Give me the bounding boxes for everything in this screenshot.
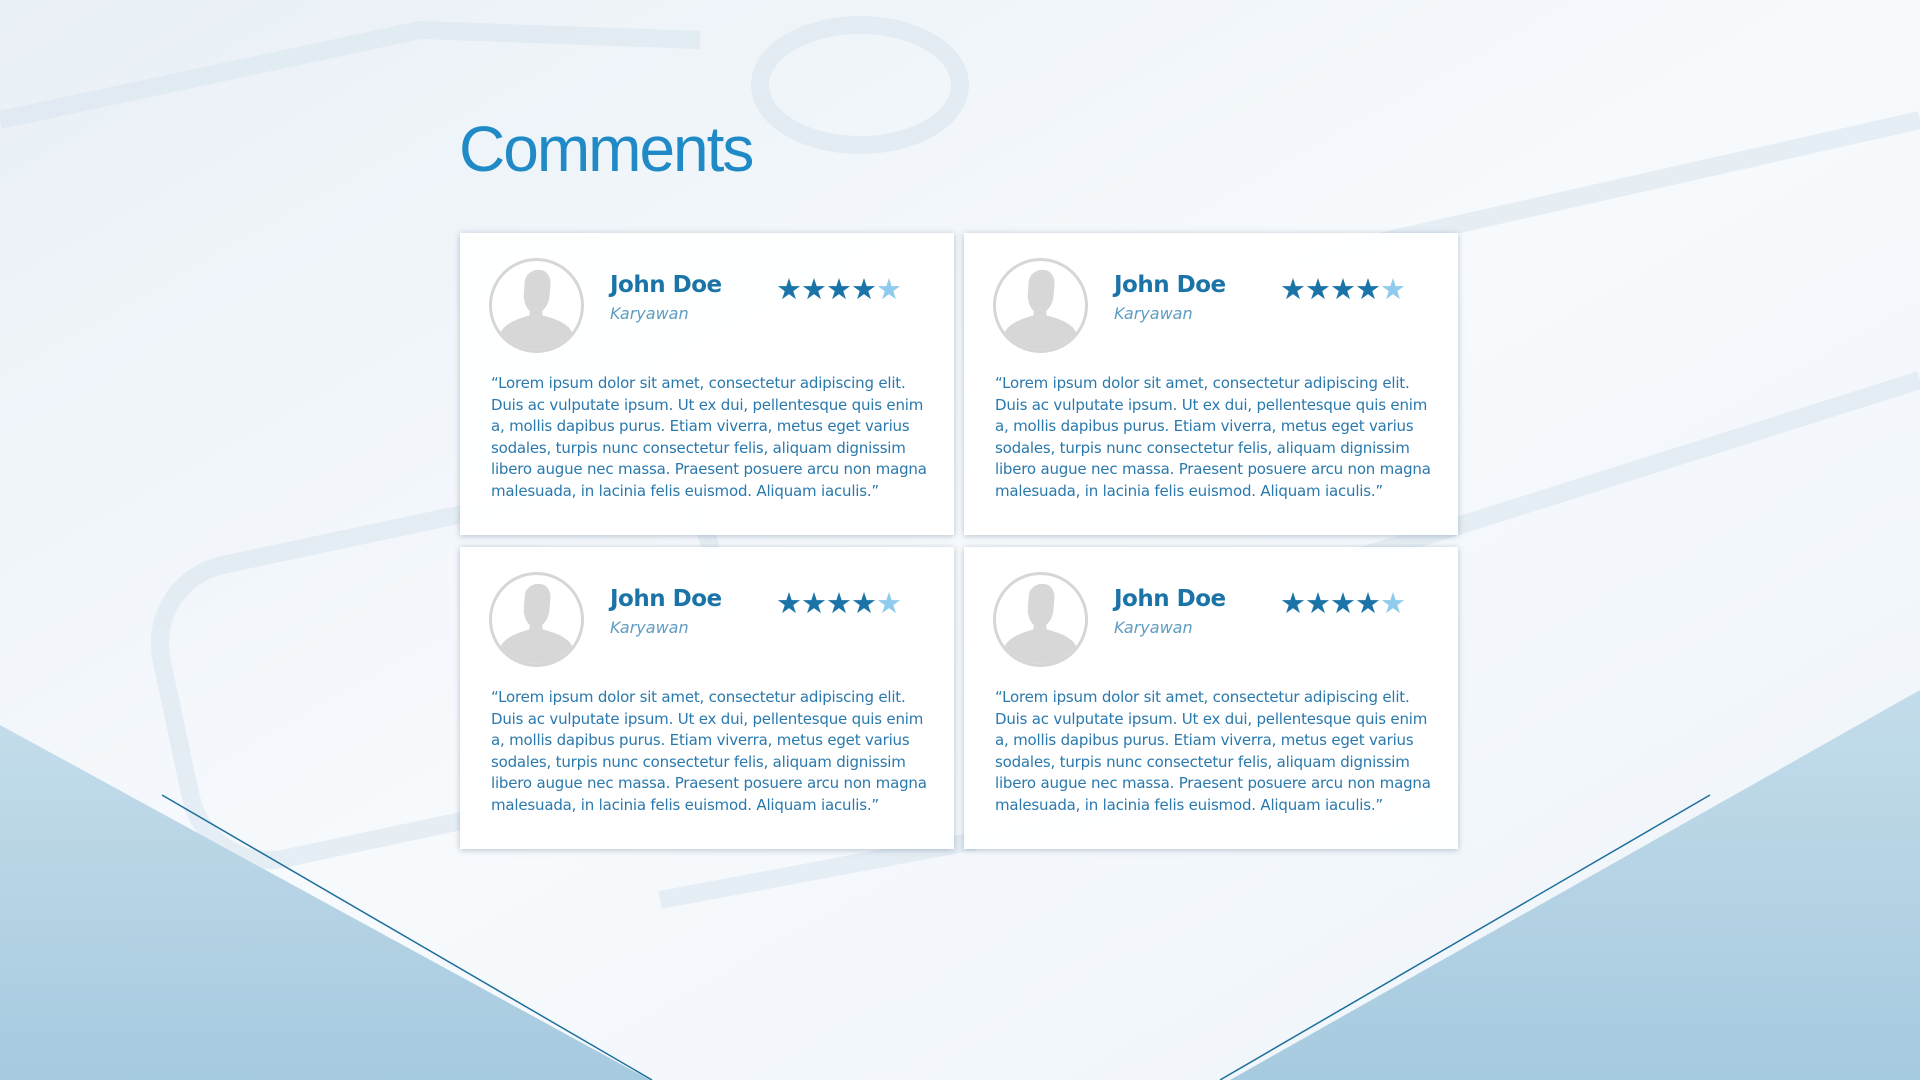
- comment-text: “Lorem ipsum dolor sit amet, consectetur…: [491, 374, 927, 500]
- star-icon: ★: [826, 586, 852, 620]
- author-role: Karyawan: [610, 304, 689, 323]
- comment-card: John Doe Karyawan ★★★★★ “Lorem ipsum dol…: [964, 547, 1458, 849]
- star-icon: ★: [1305, 586, 1331, 620]
- star-icon: ★: [1305, 272, 1331, 306]
- author-role: Karyawan: [1114, 304, 1193, 323]
- star-icon: ★: [1380, 272, 1406, 306]
- star-icon: ★: [801, 586, 827, 620]
- comment-card: John Doe Karyawan ★★★★★ “Lorem ipsum dol…: [460, 233, 954, 535]
- author-role: Karyawan: [610, 618, 689, 637]
- comment-text: “Lorem ipsum dolor sit amet, consectetur…: [995, 374, 1431, 500]
- comment-card: John Doe Karyawan ★★★★★ “Lorem ipsum dol…: [964, 233, 1458, 535]
- star-icon: ★: [851, 586, 877, 620]
- comment-text: “Lorem ipsum dolor sit amet, consectetur…: [995, 688, 1431, 814]
- author-name: John Doe: [610, 272, 722, 298]
- page-title: Comments: [459, 113, 754, 185]
- comment-card: John Doe Karyawan ★★★★★ “Lorem ipsum dol…: [460, 547, 954, 849]
- star-icon: ★: [776, 586, 802, 620]
- star-icon: ★: [876, 272, 902, 306]
- star-icon: ★: [851, 272, 877, 306]
- star-icon: ★: [776, 272, 802, 306]
- star-icon: ★: [1355, 586, 1381, 620]
- star-icon: ★: [876, 586, 902, 620]
- rating-stars: ★★★★★: [1280, 272, 1406, 306]
- rating-stars: ★★★★★: [776, 272, 902, 306]
- author-role: Karyawan: [1114, 618, 1193, 637]
- rating-stars: ★★★★★: [1280, 586, 1406, 620]
- user-silhouette-icon: [993, 572, 1088, 667]
- star-icon: ★: [1330, 586, 1356, 620]
- rating-stars: ★★★★★: [776, 586, 902, 620]
- star-icon: ★: [1380, 586, 1406, 620]
- star-icon: ★: [1280, 586, 1306, 620]
- star-icon: ★: [1330, 272, 1356, 306]
- user-silhouette-icon: [489, 572, 584, 667]
- user-silhouette-icon: [489, 258, 584, 353]
- author-name: John Doe: [610, 586, 722, 612]
- author-name: John Doe: [1114, 586, 1226, 612]
- star-icon: ★: [801, 272, 827, 306]
- author-name: John Doe: [1114, 272, 1226, 298]
- star-icon: ★: [826, 272, 852, 306]
- star-icon: ★: [1280, 272, 1306, 306]
- user-silhouette-icon: [993, 258, 1088, 353]
- comment-text: “Lorem ipsum dolor sit amet, consectetur…: [491, 688, 927, 814]
- comments-grid: John Doe Karyawan ★★★★★ “Lorem ipsum dol…: [460, 233, 1458, 849]
- star-icon: ★: [1355, 272, 1381, 306]
